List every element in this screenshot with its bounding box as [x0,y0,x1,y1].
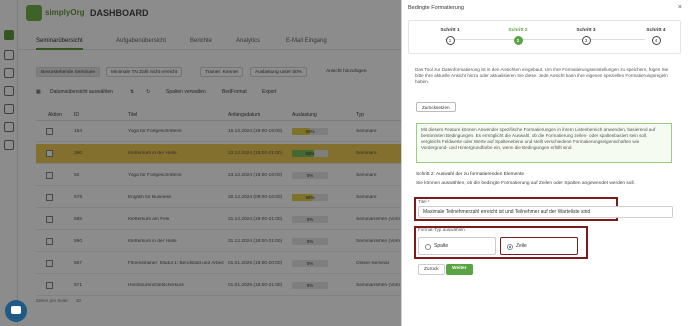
modal-backdrop[interactable] [0,0,401,326]
step-1-label: Schritt 1 [440,28,460,33]
step-2[interactable]: Schritt 2 2 [493,28,543,45]
info-text: Das Tool zur Datenformatierung ist in de… [415,67,669,84]
close-icon[interactable]: × [678,4,682,11]
section-title: Schritt 2: Auswahl der zu formatierenden… [416,172,524,177]
step-3-label: Schritt 3 [576,28,596,33]
radio-column[interactable] [425,244,431,250]
step-4-number: 4 [651,36,661,45]
option-row[interactable]: Zeile [500,237,578,255]
radio-row[interactable] [507,244,513,250]
step-3[interactable]: Schritt 3 3 [561,28,611,45]
reset-button[interactable]: Zurücksetzen [416,102,456,112]
title-input[interactable]: Maximale Teilnehmerzahl erreicht ist und… [418,206,673,218]
stepper-line [445,39,645,40]
step-4[interactable]: Schritt 4 4 [631,28,681,45]
option-column-label: Spalte [434,243,449,249]
chat-icon [11,306,21,314]
feature-description: Mit diesem Feature können Anwender spezi… [416,123,672,163]
step-1[interactable]: Schritt 1 1 [425,28,475,45]
step-2-label: Schritt 2 [508,28,528,33]
step-1-number: 1 [445,36,455,45]
step-2-number: 2 [513,36,523,45]
option-row-label: Zeile [516,243,527,249]
panel-title: Bedingte Formatierung [408,5,464,11]
format-type-label: Format-Typ auswählen [418,227,465,232]
conditional-format-panel: Bedingte Formatierung × Schritt 1 1 Schr… [401,0,688,326]
section-subtitle: Sie können auswählen, ob die bedingte Fo… [416,181,635,186]
stepper: Schritt 1 1 Schritt 2 2 Schritt 3 3 Schr… [408,20,681,54]
back-button[interactable]: Zurück [418,264,445,275]
title-field-label: Titel * [418,199,430,204]
step-3-number: 3 [581,36,591,45]
step-4-label: Schritt 4 [646,28,666,33]
next-button[interactable]: Weiter [446,264,473,275]
chat-button[interactable] [5,300,27,322]
option-column[interactable]: Spalte [418,237,496,255]
